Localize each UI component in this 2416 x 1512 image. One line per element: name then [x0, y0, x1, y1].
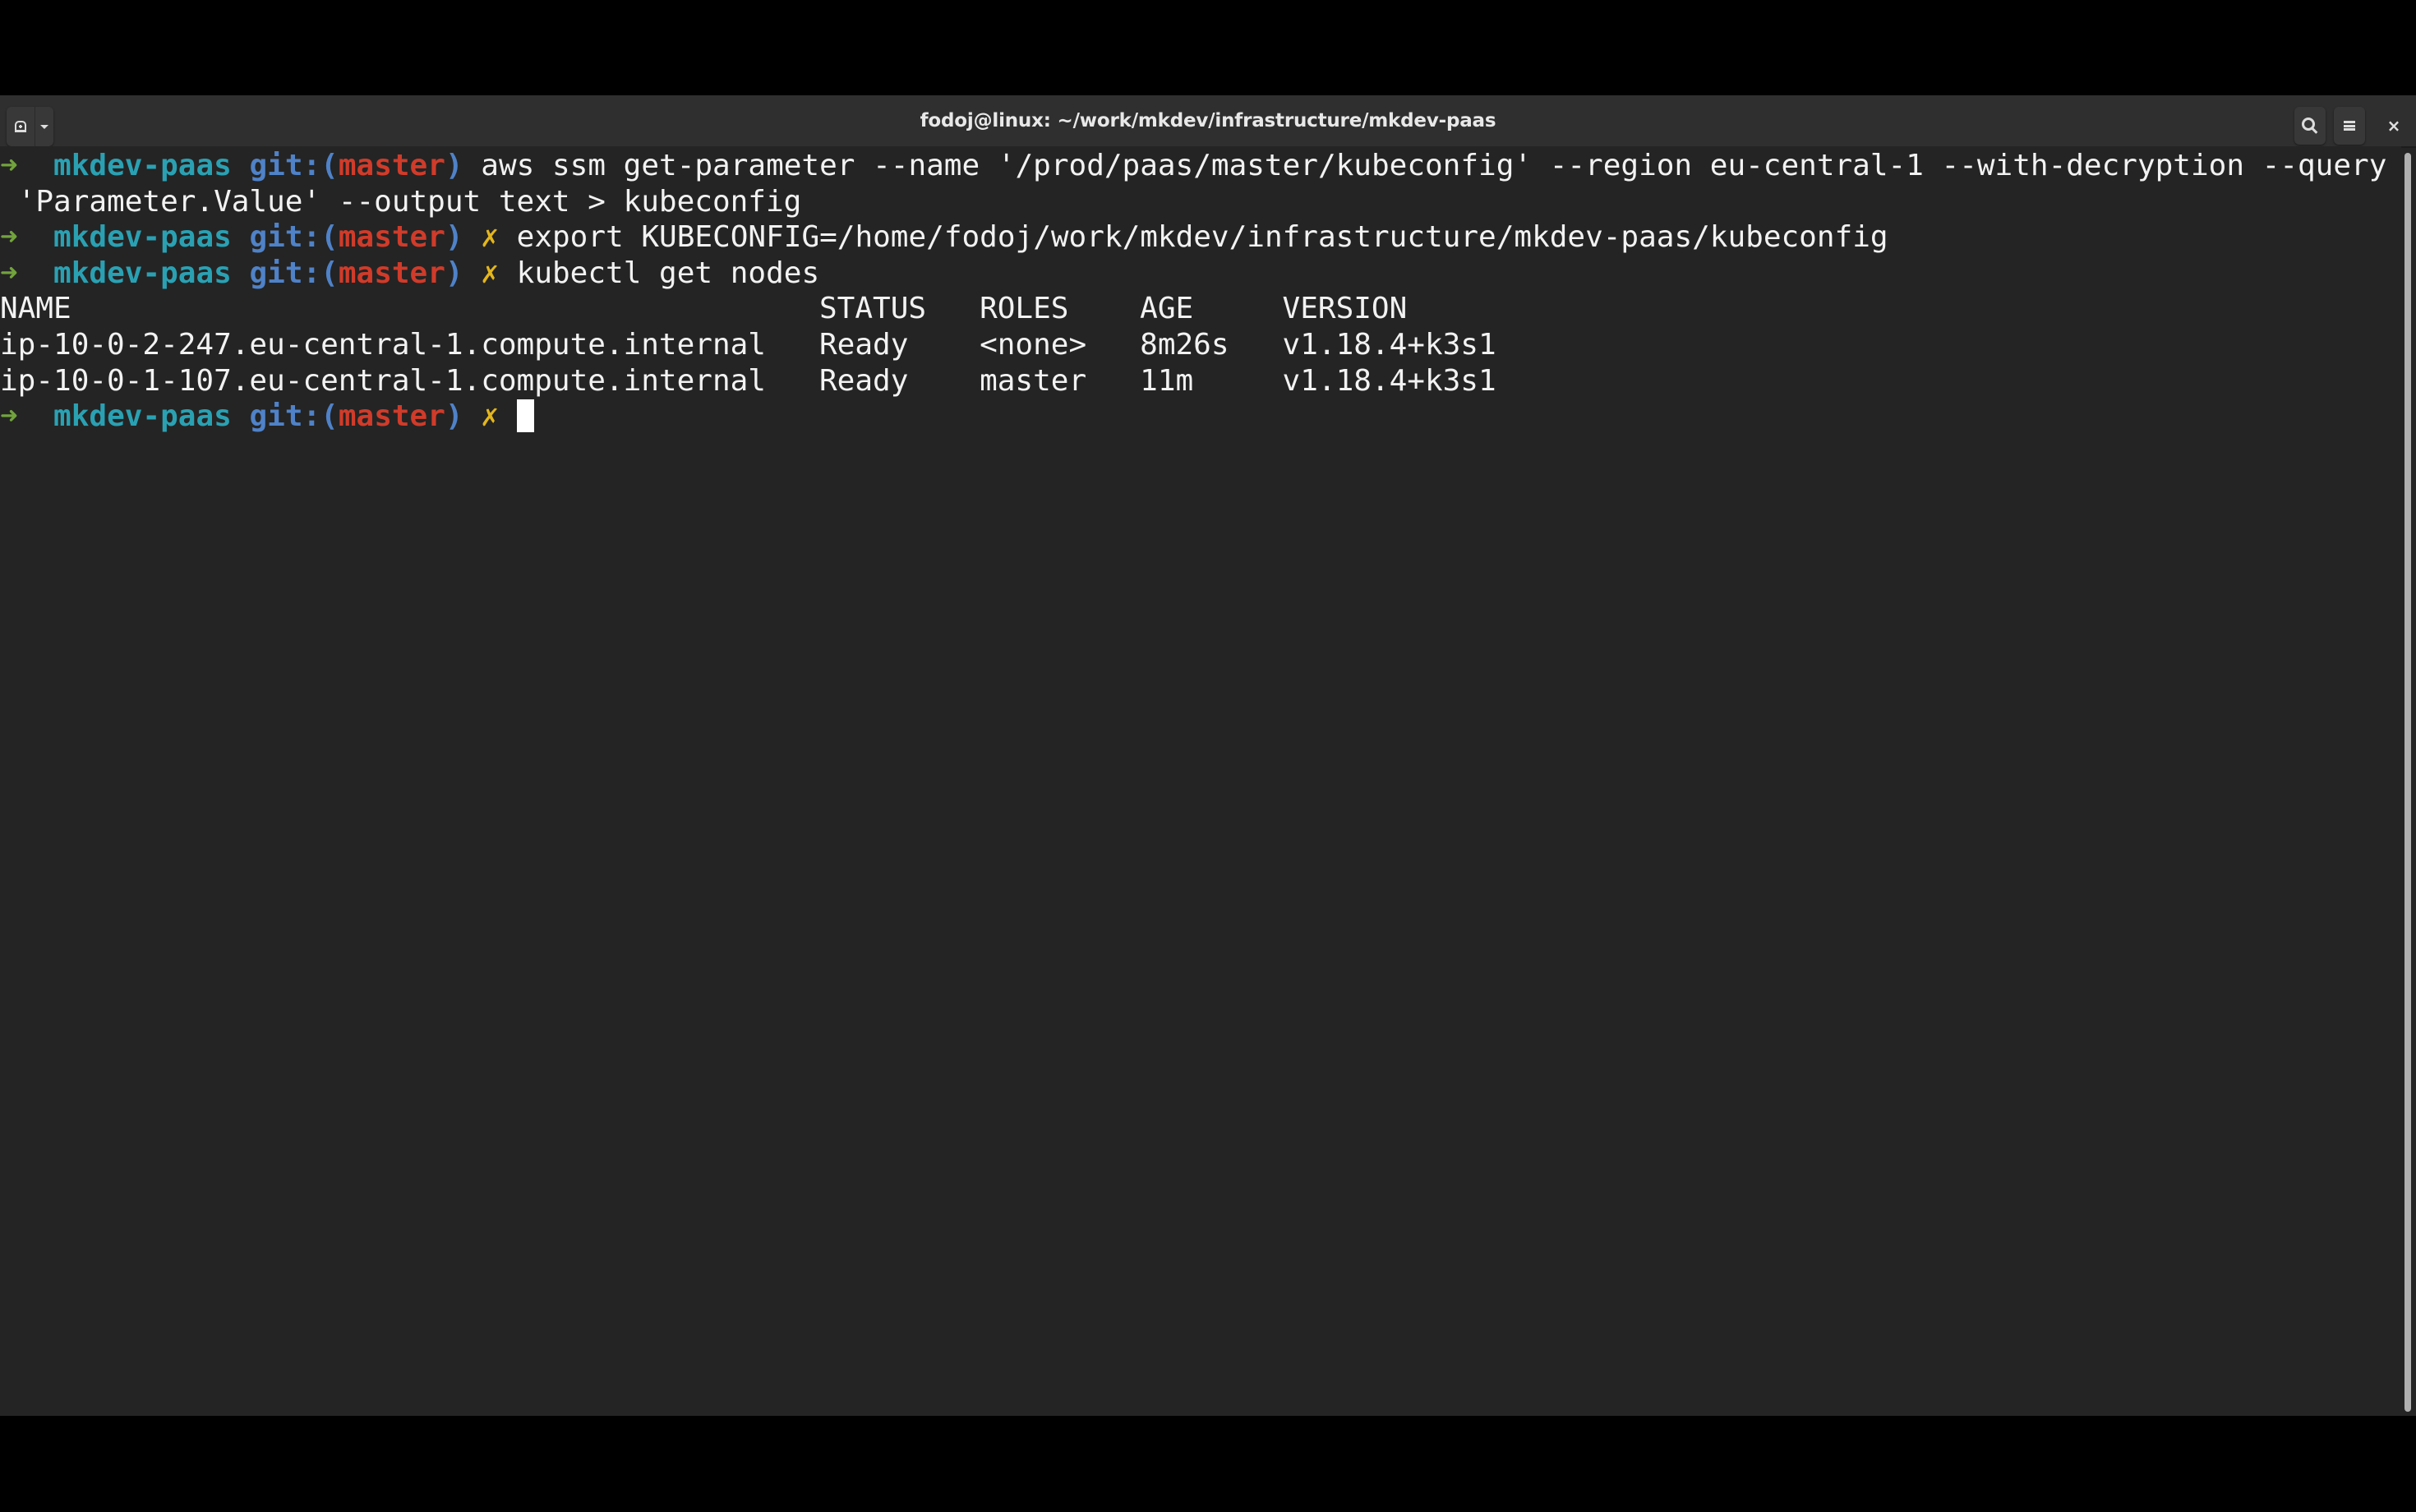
prompt-branch: master — [338, 149, 445, 182]
table-cell-name: ip-10-0-1-107.eu-central-1.compute.inter… — [0, 363, 819, 398]
table-header-status: STATUS — [819, 292, 980, 326]
prompt-git-suffix: ) — [445, 399, 463, 434]
table-cell-status: Ready — [819, 327, 980, 362]
command-continuation: 'Parameter.Value' --output text > kubeco… — [0, 184, 2401, 220]
prompt-git-suffix: ) — [445, 256, 463, 290]
table-header-version: VERSION — [1282, 292, 1408, 326]
command-text: aws ssm get-parameter --name '/prod/paas… — [481, 149, 2387, 182]
command-text-continuation: 'Parameter.Value' --output text > kubeco… — [0, 184, 802, 219]
prompt-arrow-icon: ➜ — [0, 149, 18, 182]
letterbox-bottom — [0, 1416, 2416, 1512]
command-line: ➜ mkdev-paas git:(master) ✗ kubectl get … — [0, 256, 2401, 292]
table-cell-age: 11m — [1140, 363, 1283, 398]
text-cursor — [516, 399, 534, 433]
scrollbar[interactable] — [2404, 153, 2411, 1412]
hamburger-menu-icon — [2344, 121, 2355, 131]
letterbox-top — [0, 0, 2416, 95]
prompt-git-prefix: git:( — [249, 149, 339, 182]
prompt-git-prefix: git:( — [249, 256, 339, 290]
prompt-arrow-icon: ➜ — [0, 399, 18, 434]
table-header-name: NAME — [0, 292, 819, 326]
prompt-dirty-icon: ✗ — [481, 399, 499, 434]
table-cell-age: 8m26s — [1140, 327, 1283, 362]
table-header-roles: ROLES — [980, 292, 1141, 326]
header-bar: fodoj@linux: ~/work/mkdev/infrastructure… — [0, 95, 2416, 148]
table-cell-roles: <none> — [980, 327, 1141, 362]
prompt-branch: master — [338, 399, 445, 434]
close-icon: × — [2386, 116, 2401, 136]
prompt-arrow-icon: ➜ — [0, 220, 18, 255]
new-tab-button-group — [7, 107, 53, 146]
prompt-git-suffix: ) — [445, 149, 463, 182]
chevron-down-icon — [40, 124, 48, 129]
prompt-dirty-icon: ✗ — [481, 220, 499, 255]
search-icon — [2302, 118, 2315, 131]
command-text: export KUBECONFIG=/home/fodoj/work/mkdev… — [516, 220, 1888, 255]
menu-button[interactable] — [2334, 107, 2365, 145]
prompt-branch: master — [338, 256, 445, 290]
table-header-age: AGE — [1140, 292, 1283, 326]
prompt-branch: master — [338, 220, 445, 255]
new-tab-button[interactable] — [7, 107, 35, 146]
table-cell-version: v1.18.4+k3s1 — [1282, 363, 1496, 398]
window-title: fodoj@linux: ~/work/mkdev/infrastructure… — [920, 110, 1496, 131]
prompt-directory: mkdev-paas — [53, 256, 232, 290]
terminal-output[interactable]: ➜ mkdev-paas git:(master) aws ssm get-pa… — [0, 146, 2401, 1418]
terminal-window: fodoj@linux: ~/work/mkdev/infrastructure… — [0, 95, 2416, 1418]
prompt-directory: mkdev-paas — [53, 220, 232, 255]
table-row: ip-10-0-1-107.eu-central-1.compute.inter… — [0, 363, 2401, 399]
command-line: ➜ mkdev-paas git:(master) aws ssm get-pa… — [0, 148, 2401, 184]
prompt-git-prefix: git:( — [249, 399, 339, 434]
prompt-directory: mkdev-paas — [53, 149, 232, 182]
table-row: ip-10-0-2-247.eu-central-1.compute.inter… — [0, 327, 2401, 363]
prompt-git-prefix: git:( — [249, 220, 339, 255]
prompt-directory: mkdev-paas — [53, 399, 232, 434]
command-line: ➜ mkdev-paas git:(master) ✗ export KUBEC… — [0, 219, 2401, 256]
prompt-git-suffix: ) — [445, 220, 463, 255]
table-cell-name: ip-10-0-2-247.eu-central-1.compute.inter… — [0, 327, 819, 362]
table-cell-version: v1.18.4+k3s1 — [1282, 327, 1496, 362]
command-line-current: ➜ mkdev-paas git:(master) ✗ — [0, 399, 2401, 435]
table-cell-status: Ready — [819, 363, 980, 398]
prompt-dirty-icon: ✗ — [481, 256, 499, 290]
new-tab-icon — [15, 121, 26, 132]
table-header-row: NAME STATUS ROLES AGE VERSION — [0, 291, 2401, 327]
table-cell-roles: master — [980, 363, 1141, 398]
search-button[interactable] — [2294, 107, 2326, 145]
command-text: kubectl get nodes — [516, 256, 820, 290]
close-button[interactable]: × — [2379, 107, 2409, 145]
prompt-arrow-icon: ➜ — [0, 256, 18, 290]
new-tab-menu-button[interactable] — [35, 107, 53, 146]
